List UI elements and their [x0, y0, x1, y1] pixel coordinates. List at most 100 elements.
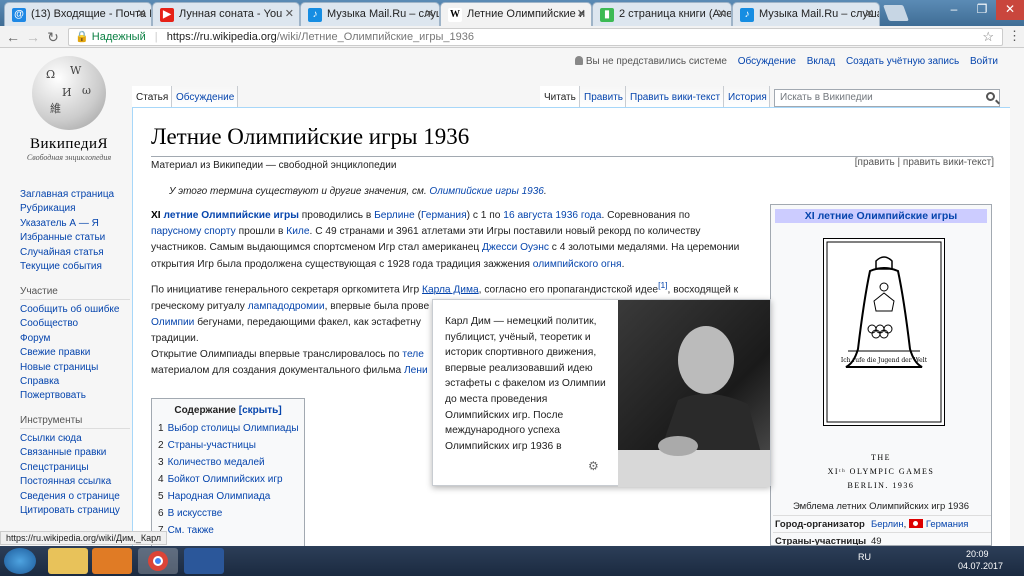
search-input[interactable]: Искать в Википедии [774, 89, 1000, 107]
popup-extract: Карл Дим — немецкий политик, публицист, … [445, 316, 606, 452]
sidebar-item-index[interactable]: Указатель А — Я [20, 218, 99, 229]
gear-icon[interactable]: ⚙ [588, 459, 599, 473]
toc-item[interactable]: 2 Страны-участницы [158, 437, 298, 454]
citation-link[interactable]: [1] [658, 280, 667, 290]
browser-menu-icon[interactable]: ⋮ [1008, 28, 1021, 44]
toc-link[interactable]: Народная Олимпиада [168, 491, 271, 502]
create-account-link[interactable]: Создать учётную запись [846, 56, 959, 67]
link-olympia[interactable]: Олимпии [151, 317, 194, 328]
sidebar-item-donate[interactable]: Пожертвовать [20, 390, 86, 401]
hatnote-link[interactable]: Олимпийские игры 1936 [429, 186, 543, 197]
tab-youtube[interactable]: ▶ Лунная соната - You ✕ [152, 2, 300, 26]
tab-music-1[interactable]: ♪ Музыка Mail.Ru – слуш ✕ [300, 2, 440, 26]
toc-link[interactable]: Бойкот Олимпийских игр [168, 474, 283, 485]
link-olympic-flame[interactable]: олимпийского огня [533, 259, 622, 270]
sidebar-item-recent-changes[interactable]: Свежие правки [20, 347, 90, 358]
sidebar-item-featured[interactable]: Избранные статьи [20, 232, 105, 243]
link-carl-diem[interactable]: Карла Дима [422, 284, 479, 295]
sidebar-item-community[interactable]: Сообщество [20, 318, 78, 329]
sidebar-item-what-links-here[interactable]: Ссылки сюда [20, 433, 82, 444]
page-preview-popup[interactable]: Карл Дим — немецкий политик, публицист, … [432, 299, 771, 487]
tab-music-2[interactable]: ♪ Музыка Mail.Ru – слуша ✕ [732, 2, 880, 26]
close-icon[interactable]: ✕ [577, 7, 586, 20]
wikipedia-logo[interactable]: Ω W И ω 維 ВикипедиЯ Свободная энциклопед… [14, 56, 124, 162]
link-berlin[interactable]: Берлине [374, 210, 415, 221]
link[interactable]: летние Олимпийские игры [163, 210, 298, 221]
reload-icon[interactable]: ↻ [44, 28, 62, 46]
sidebar-item-related-changes[interactable]: Связанные правки [20, 447, 106, 458]
tab-article[interactable]: Статья [132, 86, 172, 108]
link-germany[interactable]: Германия [421, 210, 467, 221]
link-lampadedromia[interactable]: лампадодромии [248, 301, 325, 312]
sidebar-item-current-events[interactable]: Текущие события [20, 261, 102, 272]
close-icon[interactable]: ✕ [425, 7, 434, 20]
hatnote: У этого термина существуют и другие знач… [169, 186, 547, 197]
toc-hide-link[interactable]: [скрыть] [239, 405, 282, 416]
tab-edit[interactable]: Править [580, 86, 626, 108]
sidebar-item-random[interactable]: Случайная статья [20, 247, 104, 258]
window-close-icon[interactable]: ✕ [996, 0, 1024, 20]
tab-talk[interactable]: Обсуждение [172, 86, 238, 108]
language-indicator[interactable]: RU [858, 552, 871, 562]
forward-icon[interactable]: → [24, 28, 42, 46]
personal-contribs-link[interactable]: Вклад [807, 56, 835, 67]
toc-link[interactable]: В искусстве [168, 508, 223, 519]
toc-link[interactable]: Страны-участницы [168, 440, 256, 451]
link-date[interactable]: 16 августа [503, 210, 552, 221]
tab-history[interactable]: История [724, 86, 770, 108]
toc-item[interactable]: 4 Бойкот Олимпийских игр [158, 471, 298, 488]
media-player-icon[interactable] [92, 548, 132, 574]
personal-talk-link[interactable]: Обсуждение [738, 56, 796, 67]
link-germany[interactable]: Германия [926, 519, 969, 530]
search-icon[interactable] [986, 92, 995, 101]
sidebar-item-permanent-link[interactable]: Постоянная ссылка [20, 476, 111, 487]
toc-item[interactable]: 6 В искусстве [158, 505, 298, 522]
toc-link[interactable]: Выбор столицы Олимпиады [168, 423, 299, 434]
sidebar-item-forum[interactable]: Форум [20, 333, 50, 344]
sidebar-item-new-pages[interactable]: Новые страницы [20, 362, 98, 373]
edit-section-links[interactable]: [править | править вики-текст] [855, 157, 994, 168]
tab-edit-source[interactable]: Править вики-текст [626, 86, 724, 108]
close-icon[interactable]: ✕ [137, 7, 146, 20]
sidebar-item-page-info[interactable]: Сведения о странице [20, 491, 120, 502]
close-icon[interactable]: ✕ [285, 7, 294, 20]
toc-item[interactable]: 3 Количество медалей [158, 454, 298, 471]
sidebar-item-report-error[interactable]: Сообщить об ошибке [20, 304, 119, 315]
sidebar-item-help[interactable]: Справка [20, 376, 59, 387]
tab-book[interactable]: ▮ 2 страница книги (Алек ✕ [592, 2, 732, 26]
close-icon[interactable]: ✕ [865, 7, 874, 20]
link-berlin[interactable]: Берлин [871, 519, 904, 530]
sidebar-item-main-page[interactable]: Заглавная страница [20, 189, 114, 200]
maximize-icon[interactable]: ❐ [968, 0, 996, 20]
tab-mail[interactable]: @ (13) Входящие - Почта I ✕ [4, 2, 152, 26]
link-sailing[interactable]: парусному спорту [151, 226, 236, 237]
sidebar-item-special-pages[interactable]: Спецстраницы [20, 462, 89, 473]
toc-item[interactable]: 7См. также [158, 522, 298, 539]
toc-item[interactable]: 1 Выбор столицы Олимпиады [158, 420, 299, 437]
bookmark-star-icon[interactable]: ☆ [982, 29, 994, 45]
new-tab-button[interactable] [883, 5, 909, 21]
olympic-bell-emblem[interactable]: Ich rufe die Jugend der Welt [823, 238, 945, 426]
tab-read[interactable]: Читать [540, 86, 580, 108]
back-icon[interactable]: ← [4, 28, 22, 46]
file-explorer-icon[interactable] [48, 548, 88, 574]
toc-link[interactable]: Количество медалей [168, 457, 265, 468]
link-kiel[interactable]: Киле [286, 226, 309, 237]
sidebar-item-categories[interactable]: Рубрикация [20, 203, 76, 214]
toc-item[interactable]: 5 Народная Олимпиада [158, 488, 298, 505]
tab-wikipedia[interactable]: W Летние Олимпийские и ✕ [440, 2, 592, 26]
toc-link[interactable]: См. также [168, 525, 214, 536]
link-year[interactable]: 1936 года [555, 210, 601, 221]
link-leni[interactable]: Лени [404, 365, 428, 376]
close-icon[interactable]: ✕ [717, 7, 726, 20]
minimize-icon[interactable]: – [940, 0, 968, 20]
chrome-icon[interactable] [138, 548, 178, 574]
link-television[interactable]: теле [402, 349, 424, 360]
word-icon[interactable] [184, 548, 224, 574]
start-button[interactable] [4, 548, 36, 574]
sidebar-item-cite[interactable]: Цитировать страницу [20, 505, 120, 516]
login-link[interactable]: Войти [970, 56, 998, 67]
address-bar[interactable]: 🔒 Надежный | https://ru.wikipedia.org/wi… [68, 28, 1003, 46]
sidebar-divider [20, 299, 130, 300]
link-owens[interactable]: Джесси Оуэнс [482, 242, 549, 253]
